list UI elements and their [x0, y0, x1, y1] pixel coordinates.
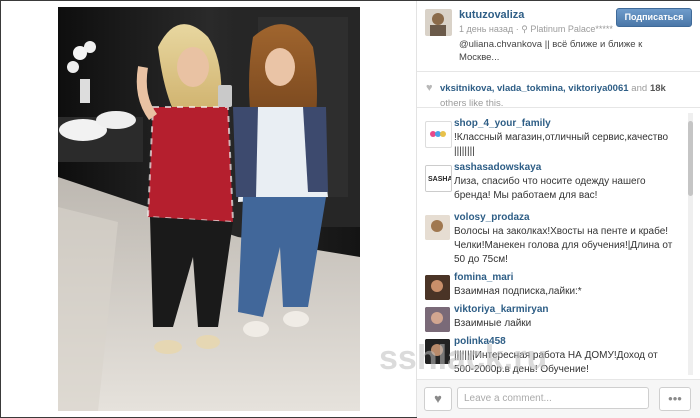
post-details-panel: kutuzovaliza 1 день назад · ⚲ Platinum P…	[416, 1, 700, 418]
comment-input[interactable]: Leave a comment...	[457, 387, 649, 409]
comments-scrollbar[interactable]	[688, 113, 693, 375]
comment-avatar[interactable]	[425, 339, 450, 364]
author-avatar-image	[425, 9, 452, 36]
scrollbar-thumb[interactable]	[688, 121, 693, 196]
comment-avatar[interactable]	[425, 275, 450, 300]
meta-separator: ·	[515, 24, 519, 34]
likes-suffix: others like this.	[440, 98, 504, 109]
comments-list: shop_4_your_family !Классный магазин,отл…	[417, 109, 700, 379]
comment-text: ||||||||Интересная работа НА ДОМУ!Доход …	[454, 350, 658, 375]
comment-item: fomina_mari Взаимная подписка,лайки:*	[417, 271, 689, 301]
post-location[interactable]: Platinum Palace*****	[530, 24, 613, 34]
comment-item: viktoriya_karmiryan Взаимные лайки	[417, 303, 689, 333]
comment-avatar[interactable]: SASHA	[425, 165, 452, 192]
post-window: kutuzovaliza 1 день назад · ⚲ Platinum P…	[0, 0, 700, 418]
post-photo[interactable]	[58, 7, 360, 411]
like-button[interactable]: ♥	[424, 387, 452, 411]
follow-button[interactable]: Подписаться	[616, 8, 692, 27]
user-avatar-image	[425, 339, 450, 364]
likes-bar: ♥ vksitnikova, vlada_tokmina, viktoriya0…	[417, 73, 700, 111]
author-username[interactable]: kutuzovaliza	[459, 9, 524, 21]
comment-username[interactable]: viktoriya_karmiryan	[454, 303, 549, 317]
comment-username[interactable]: sashasadowskaya	[454, 161, 541, 175]
user-avatar-image	[425, 215, 450, 240]
comment-text: Лиза, спасибо что носите одежду нашего б…	[454, 176, 646, 201]
heart-icon: ♥	[426, 82, 433, 94]
more-options-button[interactable]: •••	[659, 387, 691, 411]
comment-avatar[interactable]	[425, 307, 450, 332]
heart-icon: ♥	[434, 391, 442, 406]
comment-avatar[interactable]	[425, 121, 452, 148]
post-caption: @uliana.chvankova || всё ближе и ближе к…	[459, 39, 643, 63]
svg-text:SASHA: SASHA	[428, 176, 451, 183]
comment-item: volosy_prodaza Волосы на заколках!Хвосты…	[417, 211, 689, 267]
comment-item: shop_4_your_family !Классный магазин,отл…	[417, 117, 689, 157]
comment-footer: ♥ Leave a comment... •••	[417, 379, 700, 418]
pin-icon: ⚲	[521, 24, 528, 34]
comment-text: Волосы на заколках!Хвосты на пенте и кра…	[454, 226, 673, 265]
post-time[interactable]: 1 день назад	[459, 24, 513, 34]
comment-username[interactable]: fomina_mari	[454, 271, 513, 285]
comment-username[interactable]: shop_4_your_family	[454, 117, 551, 131]
author-avatar[interactable]	[425, 9, 452, 36]
likers-list[interactable]: vksitnikova, vlada_tokmina, viktoriya006…	[440, 83, 629, 94]
comment-username[interactable]: polinka458	[454, 335, 506, 349]
comment-username[interactable]: volosy_prodaza	[454, 211, 530, 225]
likes-and: and	[631, 83, 648, 94]
comment-text: !Классный магазин,отличный сервис,качест…	[454, 132, 669, 157]
user-avatar-image	[425, 275, 450, 300]
comment-text: Взаимные лайки	[454, 318, 532, 329]
comment-text: Взаимная подписка,лайки:*	[454, 286, 582, 297]
more-icon: •••	[668, 391, 682, 406]
likes-count[interactable]: 18k	[650, 83, 666, 94]
photo-image	[58, 7, 360, 411]
post-header: kutuzovaliza 1 день назад · ⚲ Platinum P…	[417, 1, 700, 72]
comment-item: polinka458 ||||||||Интересная работа НА …	[417, 335, 689, 379]
post-meta: 1 день назад · ⚲ Platinum Palace*****	[459, 24, 613, 35]
comment-avatar[interactable]	[425, 215, 450, 240]
user-avatar-image	[425, 307, 450, 332]
shop-logo-icon	[430, 131, 446, 137]
likes-text: vksitnikova, vlada_tokmina, viktoriya006…	[440, 81, 692, 111]
brand-logo-icon: SASHA	[426, 166, 451, 191]
comment-item: SASHA sashasadowskaya Лиза, спасибо что …	[417, 161, 689, 211]
